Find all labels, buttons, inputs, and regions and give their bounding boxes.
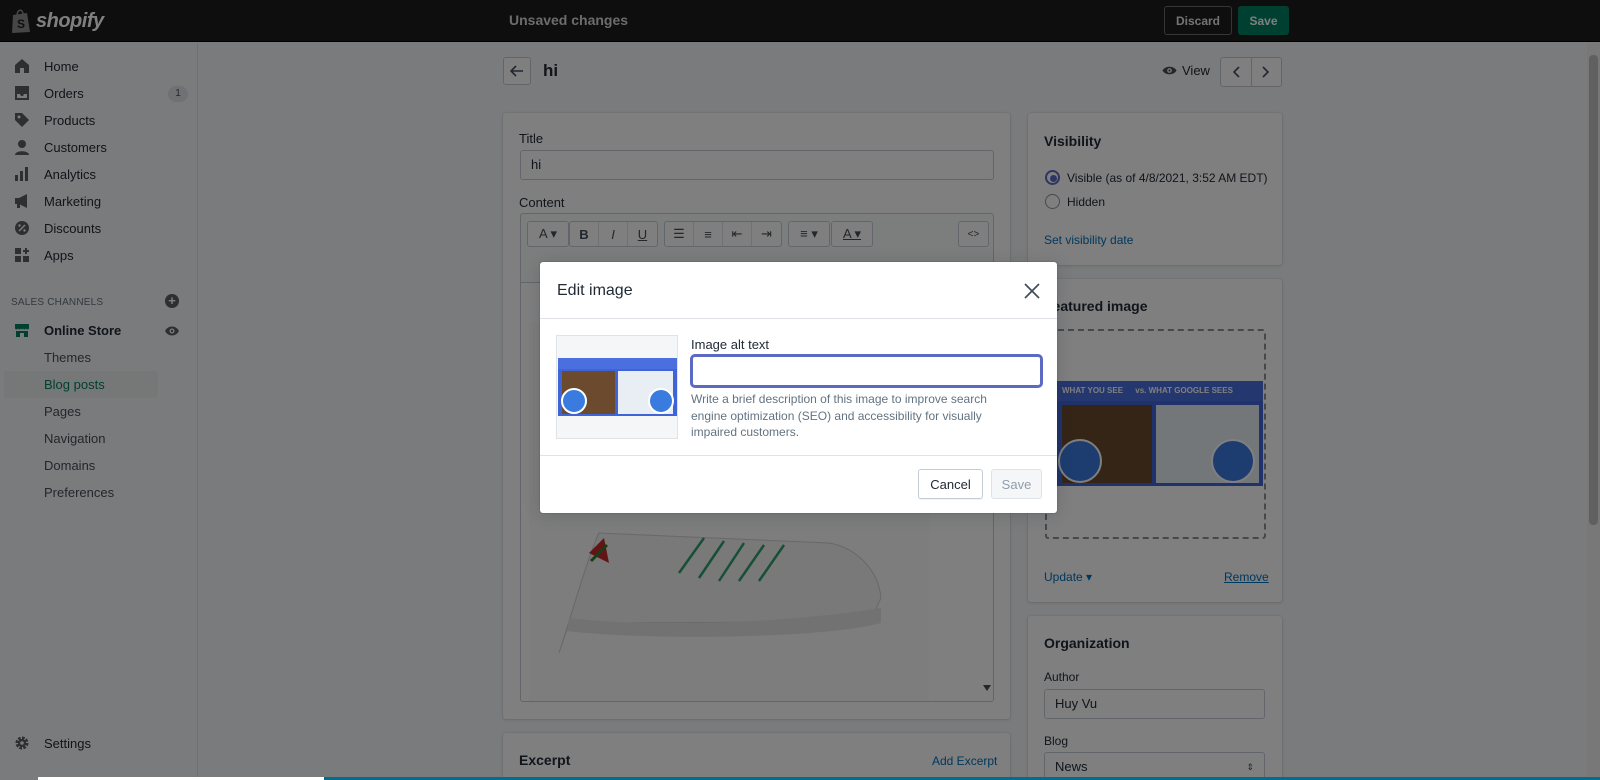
alt-text-help: Write a brief description of this image …	[691, 392, 987, 439]
image-thumbnail	[556, 335, 678, 439]
modal-title: Edit image	[557, 282, 633, 299]
modal-backdrop-top	[0, 0, 1600, 43]
edit-image-modal: Edit image Image alt text Write a brief …	[540, 262, 1057, 513]
close-icon[interactable]	[1022, 281, 1042, 301]
modal-header: Edit image	[540, 262, 1057, 319]
thumbnail-picture	[558, 358, 677, 416]
modal-footer: Cancel Save	[540, 455, 1057, 513]
alt-text-label: Image alt text	[691, 337, 770, 352]
modal-save-button[interactable]: Save	[991, 469, 1042, 499]
cancel-button[interactable]: Cancel	[918, 469, 983, 499]
alt-text-input[interactable]	[691, 355, 1042, 387]
